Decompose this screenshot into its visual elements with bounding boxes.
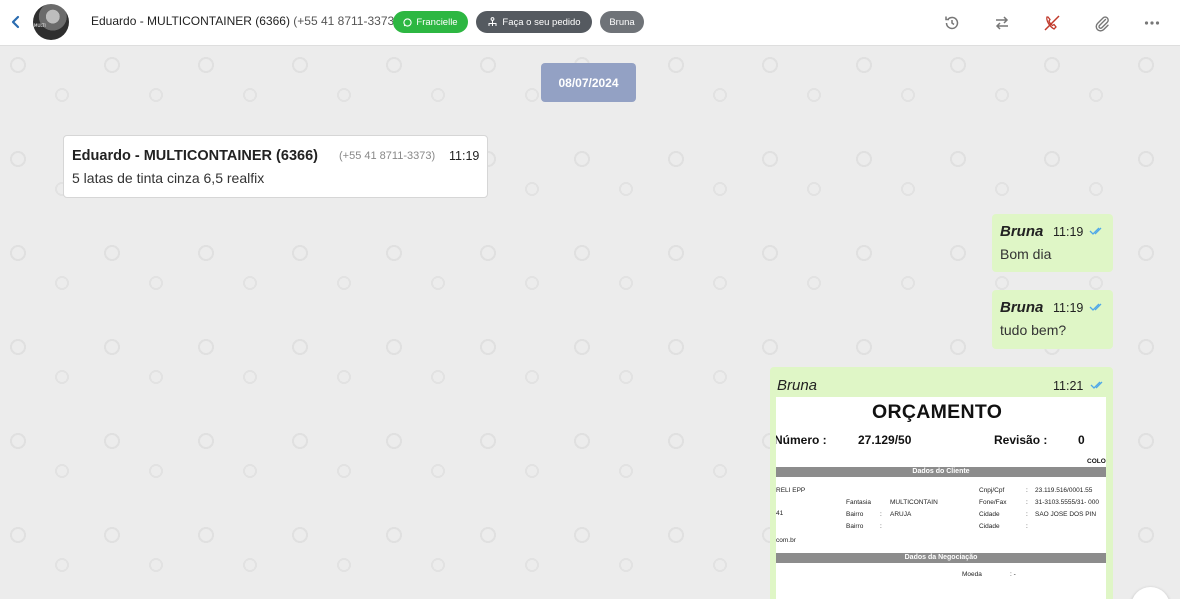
message-text: tudo bem? (1000, 322, 1067, 338)
cnpj-separator: : (1026, 487, 1028, 494)
incoming-message[interactable]: Eduardo - MULTICONTAINER (6366) (+55 41 … (63, 135, 488, 198)
more-options-button[interactable] (1140, 11, 1164, 35)
email-fragment: com.br (776, 537, 796, 544)
bairro-label: Bairro (846, 511, 864, 518)
message-sender: Bruna (1000, 299, 1044, 316)
cidade-value: SAO JOSE DOS PIN (1035, 511, 1097, 518)
avatar[interactable]: MULTI (33, 4, 69, 40)
more-icon (1144, 21, 1160, 25)
read-ticks-icon (1090, 381, 1103, 389)
back-button[interactable] (6, 11, 26, 33)
fantasia-label: Fantasia (846, 499, 871, 506)
cidade2-label: Cidade (979, 523, 1000, 530)
message-sender: Bruna (1000, 223, 1044, 240)
bairro-separator: : (880, 511, 882, 518)
attachment-icon (1095, 16, 1109, 32)
avatar-text: MULTI (34, 23, 46, 28)
message-text: Bom dia (1000, 246, 1052, 262)
number-value: 27.129/50 (858, 433, 912, 447)
whatsapp-pill-label: Francielle (416, 16, 458, 28)
message-time: 11:19 (1053, 301, 1084, 315)
document-title: ORÇAMENTO (872, 401, 1003, 423)
revision-label: Revisão : (994, 433, 1048, 447)
agent-pill[interactable]: Bruna (600, 11, 644, 33)
message-sender-phone: (+55 41 8711-3373) (339, 150, 436, 162)
client-name: RELI EPP (776, 487, 806, 494)
whatsapp-icon (403, 17, 413, 27)
moeda-label: Moeda (962, 571, 982, 578)
bairro2-separator: : (880, 523, 882, 530)
message-time: 11:19 (1053, 225, 1084, 239)
cnpj-label: Cnpj/Cpf (979, 487, 1005, 494)
agent-pill-label: Bruna (609, 16, 635, 28)
whatsapp-channel-pill[interactable]: Francielle (393, 11, 468, 33)
document-preview[interactable]: ORÇAMENTO Número : 27.129/50 Revisão : 0… (776, 397, 1106, 599)
cidade-label: Cidade (979, 511, 1000, 518)
message-time: 11:21 (1053, 379, 1084, 393)
client-section-header: Dados do Cliente (776, 467, 1106, 477)
cidade-separator: : (1026, 511, 1028, 518)
order-pill-label: Faça o seu pedido (502, 16, 581, 28)
contact-phone: (+55 41 8711-3373) (293, 14, 399, 28)
chat-header: MULTI Eduardo - MULTICONTAINER (6366) (+… (0, 0, 1180, 46)
read-ticks-icon (1089, 303, 1102, 311)
flow-icon (488, 17, 497, 26)
end-call-button[interactable] (1040, 11, 1064, 35)
message-text: 5 latas de tinta cinza 6,5 realfix (72, 170, 265, 186)
chat-area[interactable]: 08/07/2024 Eduardo - MULTICONTAINER (636… (0, 47, 1180, 599)
message-time: 11:19 (449, 149, 480, 163)
attach-button[interactable] (1090, 11, 1114, 35)
history-button[interactable] (940, 11, 964, 35)
transfer-icon (995, 16, 1009, 30)
address-fragment: 41 (776, 510, 784, 517)
number-label: Número : (776, 433, 827, 447)
contact-title: Eduardo - MULTICONTAINER (6366) (+55 41 … (91, 14, 398, 28)
cnpj-value: 23.119.516/0001.55 (1035, 487, 1093, 494)
outgoing-message[interactable]: Bruna 11:19 tudo bem? (992, 290, 1113, 349)
fone-value: 31-3103.5555/31- 000 (1035, 499, 1099, 506)
read-ticks-icon (1089, 227, 1102, 235)
revision-value: 0 (1078, 433, 1085, 447)
message-sender: Bruna (777, 377, 818, 394)
outgoing-message[interactable]: Bruna 11:19 Bom dia (992, 214, 1113, 272)
chevron-left-icon (11, 15, 20, 29)
history-icon (945, 16, 959, 30)
cidade2-separator: : (1026, 523, 1028, 530)
bairro2-label: Bairro (846, 523, 864, 530)
message-sender: Eduardo - MULTICONTAINER (6366) (72, 148, 318, 164)
moeda-value: : - (1010, 571, 1016, 578)
fone-label: Fone/Fax (979, 499, 1007, 506)
transfer-button[interactable] (990, 11, 1014, 35)
date-separator: 08/07/2024 (541, 63, 636, 102)
bairro-value: ARUJA (890, 511, 912, 518)
negotiation-section-header: Dados da Negociação (776, 553, 1106, 563)
contact-name: Eduardo - MULTICONTAINER (6366) (91, 14, 290, 28)
fantasia-value: MULTICONTAIN (890, 499, 938, 506)
end-call-icon (1044, 15, 1060, 31)
col-label: COLO (1087, 458, 1106, 465)
fone-separator: : (1026, 499, 1028, 506)
order-flow-pill[interactable]: Faça o seu pedido (476, 11, 592, 33)
scroll-down-button[interactable] (1131, 587, 1170, 599)
